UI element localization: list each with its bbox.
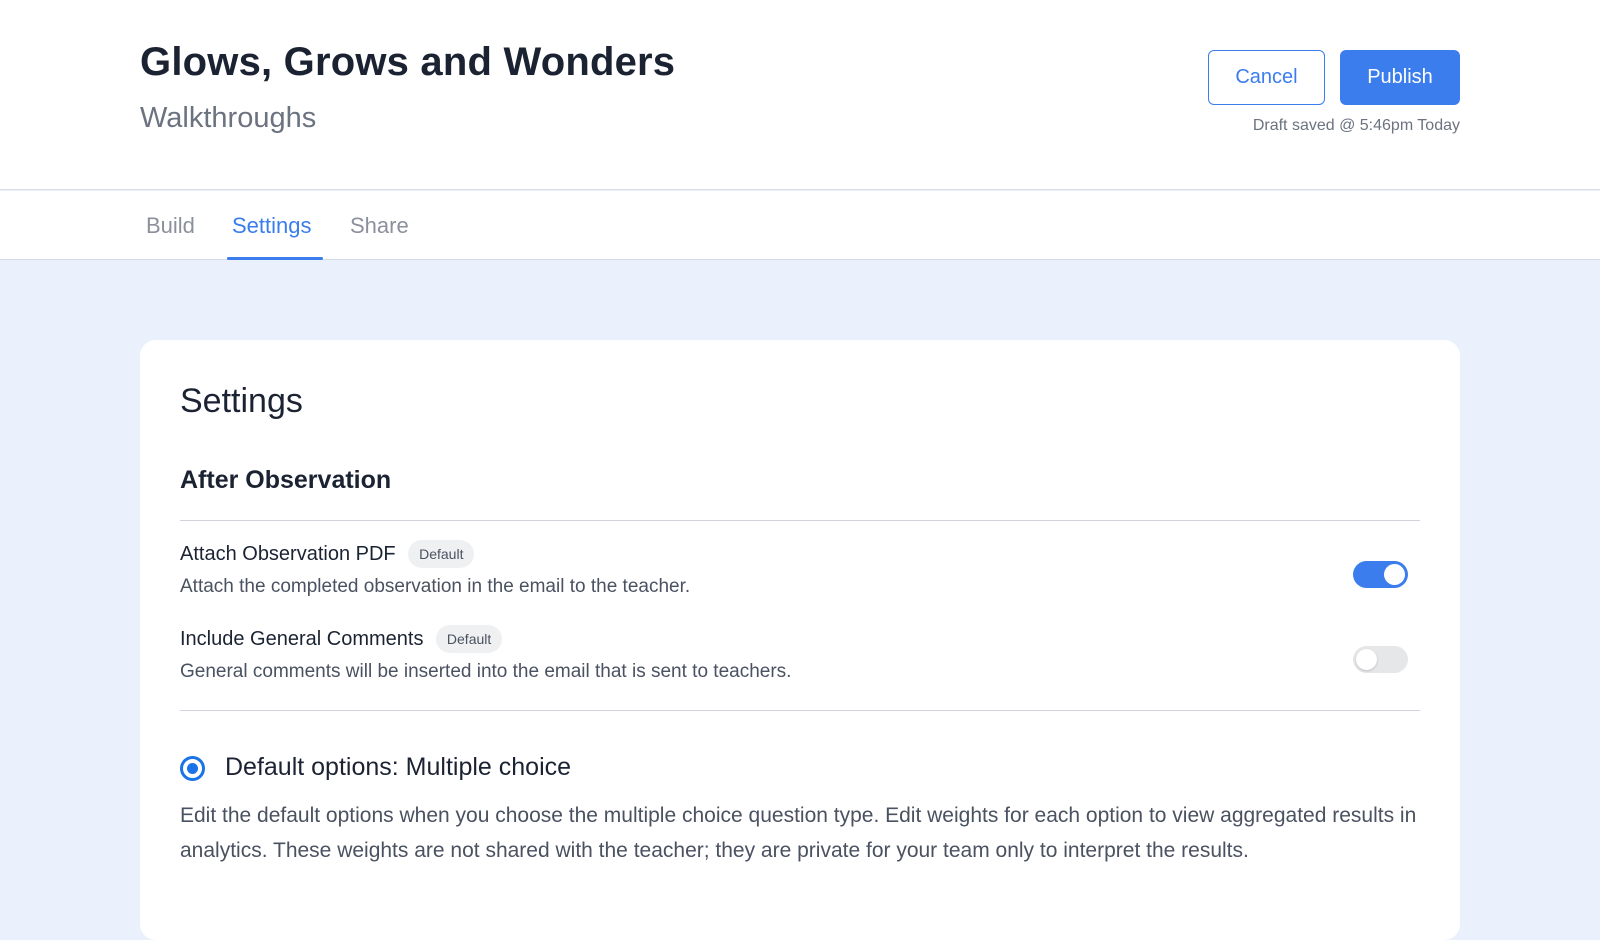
publish-button[interactable]: Publish [1340,50,1460,105]
page-header: Glows, Grows and Wonders Walkthroughs Ca… [0,0,1600,190]
setting-name: Include General Comments [180,627,424,650]
settings-card: Settings After Observation Attach Observ… [140,340,1460,940]
tab-settings[interactable]: Settings [232,213,312,239]
setting-include-general-comments: Include General Comments Default General… [180,625,1420,683]
section-divider [180,710,1420,711]
setting-attach-observation-pdf: Attach Observation PDF Default Attach th… [180,540,1420,598]
default-badge: Default [408,540,475,568]
settings-title: Settings [180,382,303,420]
setting-description: General comments will be inserted into t… [180,661,792,682]
option-description: Edit the default options when you choose… [180,804,1417,862]
section-title-after-observation: After Observation [180,466,392,494]
active-tab-indicator [227,257,323,260]
page-subtitle: Walkthroughs [140,102,317,134]
radio-selected-dot [187,763,198,774]
tab-bar: Build Settings Share [0,191,1600,260]
section-divider [180,520,1420,521]
tab-share[interactable]: Share [350,213,409,239]
draft-status: Draft saved @ 5:46pm Today [1252,117,1460,134]
tab-build[interactable]: Build [146,213,195,239]
option-title: Default options: Multiple choice [225,753,572,781]
attach-pdf-toggle[interactable] [1353,561,1408,588]
include-comments-toggle[interactable] [1353,646,1408,673]
toggle-knob [1356,649,1377,670]
toggle-knob [1384,564,1405,585]
default-badge: Default [435,625,503,653]
page-title: Glows, Grows and Wonders [140,40,676,84]
setting-description: Attach the completed observation in the … [180,576,691,597]
cancel-button[interactable]: Cancel [1208,50,1325,105]
setting-name: Attach Observation PDF [180,542,396,565]
multiple-choice-radio[interactable] [180,756,205,781]
